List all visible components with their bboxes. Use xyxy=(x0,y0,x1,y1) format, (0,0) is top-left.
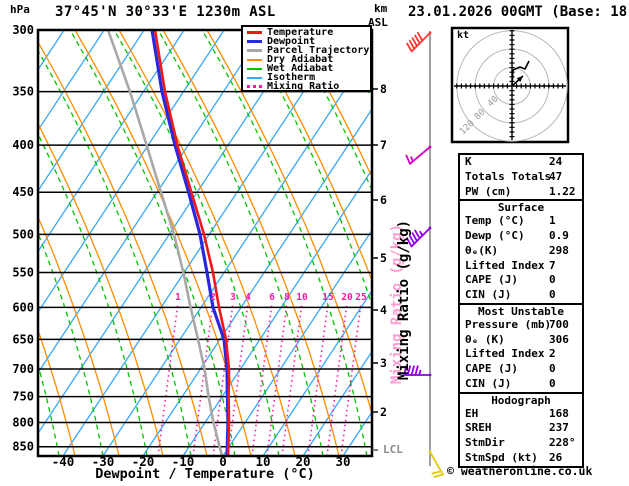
mixing-ratio-value-label: 3 xyxy=(230,292,236,303)
sounding-curves xyxy=(106,30,231,456)
pressure-tick-label: 300 xyxy=(12,23,34,37)
table-section-header: Surface xyxy=(460,199,582,214)
table-row: CIN (J) 0 xyxy=(465,376,556,390)
table-row: Totals Totals 47 xyxy=(465,169,563,183)
pressure-tick-label: 400 xyxy=(12,138,34,152)
table-row: StmDir 228° xyxy=(465,436,576,450)
mixing-ratio-line-swatch xyxy=(247,85,262,88)
km-tick-label: 7 xyxy=(380,138,387,152)
km-tick-label: 8 xyxy=(380,82,387,96)
isotherm-line-swatch xyxy=(247,76,262,79)
table-row: K 24 xyxy=(465,155,563,168)
mixing-ratio-line xyxy=(281,302,303,456)
table-row: CAPE (J) 0 xyxy=(465,362,556,376)
table-section-header: Hodograph xyxy=(460,391,582,407)
wind-barb xyxy=(406,31,432,53)
temperature-curve xyxy=(153,30,231,456)
table-row: Lifted Index 7 xyxy=(465,258,556,272)
mixing-ratio-value-label: 25 xyxy=(355,292,367,303)
wind-barb xyxy=(405,145,432,165)
pressure-tick-label: 800 xyxy=(12,415,34,429)
temperature-axis-title: Dewpoint / Temperature (°C) xyxy=(95,466,315,482)
wind-barb xyxy=(428,450,444,478)
mixing-ratio-value-label: 1 xyxy=(175,292,181,303)
pressure-tick-label: 700 xyxy=(12,362,34,376)
mixing-ratio-line xyxy=(266,302,288,456)
sounding-indices-table: K 24 Totals Totals 47 PW (cm) 1.22 Surface … xyxy=(458,153,584,468)
pressure-tick-label: 850 xyxy=(12,440,34,454)
legend-item-mixing-ratio: Mixing Ratio xyxy=(247,81,370,92)
table-row: Temp (°C) 1 xyxy=(465,214,556,228)
mixing-ratio-line xyxy=(251,302,273,456)
mixing-ratio-value-label: 20 xyxy=(341,292,353,303)
km-tick-label: 5 xyxy=(380,251,387,265)
dry-adiabat-line-swatch xyxy=(247,58,262,61)
legend-label: Mixing Ratio xyxy=(267,81,340,92)
legend-box: Temperature Dewpoint Parcel Trajectory D… xyxy=(241,25,372,92)
km-tick-label: 4 xyxy=(380,303,387,317)
wet-adiabat-line-swatch xyxy=(247,67,262,70)
table-row: θₑ (K) 306 xyxy=(465,332,569,346)
mixing-ratio-axis-label: Mixing Ratio (g/kg) xyxy=(396,219,412,381)
hodograph-unit-label: kt xyxy=(457,30,470,41)
parcel-line-swatch xyxy=(247,49,262,52)
pressure-tick-label: 350 xyxy=(12,85,34,99)
table-row: PW (cm) 1.22 xyxy=(465,184,576,198)
table-row: Pressure (mb) 700 xyxy=(465,317,569,331)
wet-adiabat-line xyxy=(113,30,280,456)
temperature-line-swatch xyxy=(247,31,262,34)
table-row: SREH 237 xyxy=(465,421,569,435)
mixing-ratio-value-label: 10 xyxy=(296,292,308,303)
wet-adiabat-line xyxy=(69,30,236,456)
copyright-watermark: © weatheronline.co.uk xyxy=(447,464,593,478)
lcl-label: LCL xyxy=(383,443,403,456)
km-tick-label: 2 xyxy=(380,405,387,419)
isotherm-line xyxy=(62,30,345,456)
mixing-ratio-value-label: 4 xyxy=(245,292,251,303)
skewt-sounding-screenshot: 300 350 400 450 500 550 600 650 700 750 800 850 -40-… xyxy=(0,0,629,486)
pressure-tick-label: 550 xyxy=(12,266,34,280)
mixing-ratio-line xyxy=(326,302,348,456)
pressure-tick-label: 600 xyxy=(12,300,34,314)
table-row: CAPE (J) 0 xyxy=(465,273,556,287)
mixing-ratio-value-label: 15 xyxy=(322,292,334,303)
table-row: Lifted Index 2 xyxy=(465,347,556,361)
mixing-ratio-value-label: 2 xyxy=(210,292,216,303)
table-row: Dewp (°C) 0.9 xyxy=(465,228,569,242)
pressure-tick-label: 500 xyxy=(12,227,34,241)
pressure-tick-label: 750 xyxy=(12,390,34,404)
table-row: θₑ(K) 298 xyxy=(465,243,569,257)
table-row: CIN (J) 0 xyxy=(465,288,556,302)
km-tick-label: 3 xyxy=(380,356,387,370)
km-tick-label: 6 xyxy=(380,193,387,207)
mixing-ratio-value-label: 6 xyxy=(269,292,275,303)
dewpoint-line-swatch xyxy=(247,40,262,43)
pressure-tick-label: 650 xyxy=(12,332,34,346)
hodograph: 4080120 xyxy=(450,26,570,144)
pressure-tick-label: 450 xyxy=(12,185,34,199)
table-section-header: Most Unstable xyxy=(460,302,582,318)
mixing-ratio-value-label: 8 xyxy=(284,292,290,303)
table-row: EH 168 xyxy=(465,406,569,420)
